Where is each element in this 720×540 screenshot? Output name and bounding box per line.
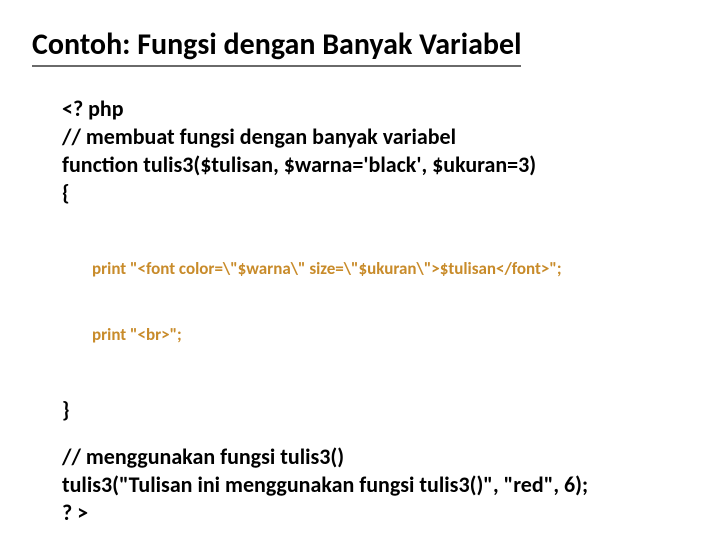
code-line: <? php [62, 95, 688, 123]
spacer [62, 425, 688, 443]
code-line: // menggunakan fungsi tulis3() [62, 443, 688, 471]
code-line: tulis3("Tulisan ini menggunakan fungsi t… [62, 471, 688, 499]
slide: Contoh: Fungsi dengan Banyak Variabel <?… [0, 0, 720, 540]
code-line: function tulis3($tulisan, $warna='black'… [62, 151, 688, 179]
code-line: { [62, 179, 688, 207]
code-line: // membuat fungsi dengan banyak variabel [62, 123, 688, 151]
code-line: print "<br>"; [92, 324, 688, 346]
code-block: <? php // membuat fungsi dengan banyak v… [62, 95, 688, 527]
code-line: ? > [62, 499, 688, 527]
slide-title: Contoh: Fungsi dengan Banyak Variabel [32, 26, 521, 67]
code-inner-block: print "<font color=\"$warna\" size=\"$uk… [92, 214, 688, 391]
code-line: print "<font color=\"$warna\" size=\"$uk… [92, 258, 688, 280]
code-line: } [62, 396, 688, 424]
